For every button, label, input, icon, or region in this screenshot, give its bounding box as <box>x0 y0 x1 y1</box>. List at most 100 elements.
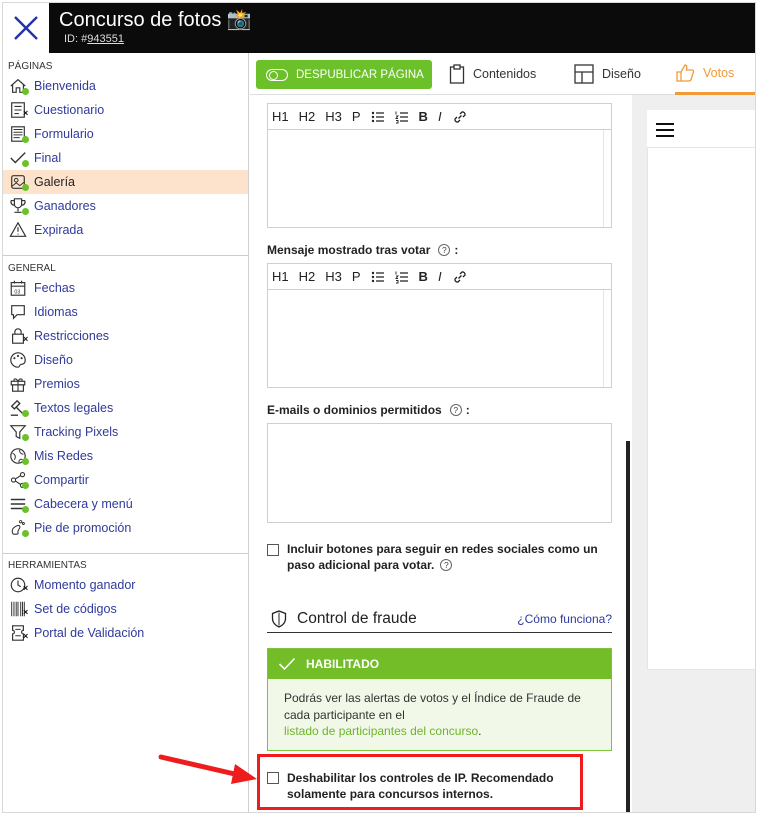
tab-contenidos[interactable]: Contenidos <box>449 53 536 95</box>
gallery-icon <box>9 172 31 192</box>
gift-icon <box>9 374 31 394</box>
bullet-list-icon[interactable] <box>371 110 385 124</box>
sidebar-item-fechas[interactable]: 03 Fechas <box>3 276 248 300</box>
warning-icon <box>9 220 31 240</box>
sidebar-item-formulario[interactable]: Formulario <box>3 122 248 146</box>
rte-bold-button[interactable]: B <box>419 269 428 284</box>
rte-scrollbar[interactable] <box>603 130 611 227</box>
enabled-text-line2: cada participante en el <box>284 707 405 722</box>
tab-label: Votos <box>703 65 735 80</box>
numbered-list-icon[interactable] <box>394 110 409 124</box>
rich-text-editor[interactable]: H1 H2 H3 P B I <box>267 103 612 228</box>
trophy-icon <box>9 196 31 216</box>
checkmark-icon <box>278 657 296 671</box>
sidebar-item-galería[interactable]: Galería <box>3 170 248 194</box>
sidebar-item-label: Tracking Pixels <box>34 425 119 439</box>
sidebar-item-diseño[interactable]: Diseño <box>3 348 248 372</box>
sidebar-item-pie-de-promoción[interactable]: Pie de promoción <box>3 516 248 540</box>
close-button[interactable] <box>3 3 49 53</box>
rte-h1-button[interactable]: H1 <box>272 109 289 124</box>
sidebar-item-ganadores[interactable]: Ganadores <box>3 194 248 218</box>
sidebar-item-cuestionario[interactable]: × Cuestionario <box>3 98 248 122</box>
sidebar-item-bienvenida[interactable]: Bienvenida <box>3 74 248 98</box>
unpublish-button[interactable]: DESPUBLICAR PÁGINA <box>256 60 432 89</box>
sidebar-item-idiomas[interactable]: Idiomas <box>3 300 248 324</box>
divider <box>3 553 248 554</box>
rte-h3-button[interactable]: H3 <box>325 109 342 124</box>
sidebar-section-herramientas: HERRAMIENTAS × Momento ganador × Set de cód… <box>3 559 248 645</box>
lock-icon: × <box>9 326 31 346</box>
section-title: HERRAMIENTAS <box>8 560 87 571</box>
sidebar-list: 03 Fechas Idiomas × Restricciones Diseño Premi… <box>3 276 248 540</box>
sidebar-item-portal-de-validación[interactable]: × Portal de Validación <box>3 621 248 645</box>
rte-h1-button[interactable]: H1 <box>272 269 289 284</box>
msg-after-vote-editor[interactable]: H1 H2 H3 P B I <box>267 263 612 388</box>
menu-icon <box>9 494 31 514</box>
fraud-control-header: Control de fraude ¿Cómo funciona? <box>267 605 612 633</box>
calendar-icon: 03 <box>9 278 31 298</box>
sidebar-item-cabecera-y-menú[interactable]: Cabecera y menú <box>3 492 248 516</box>
rte-italic-button[interactable]: I <box>438 109 442 124</box>
rte-p-button[interactable]: P <box>352 109 361 124</box>
help-icon[interactable]: ? <box>440 559 453 571</box>
sidebar-item-restricciones[interactable]: × Restricciones <box>3 324 248 348</box>
hamburger-menu-icon[interactable] <box>655 122 675 138</box>
sidebar-item-label: Pie de promoción <box>34 521 132 535</box>
sidebar-item-final[interactable]: Final <box>3 146 248 170</box>
sidebar-item-label: Momento ganador <box>34 578 136 592</box>
sidebar-item-textos-legales[interactable]: Textos legales <box>3 396 248 420</box>
sidebar-item-set-de-códigos[interactable]: × Set de códigos <box>3 597 248 621</box>
numbered-list-icon[interactable] <box>394 270 409 284</box>
editor-scrollbar-thumb[interactable] <box>626 441 630 812</box>
follow-social-label: Incluir botones para seguir en redes soc… <box>287 541 598 573</box>
status-ok-dot <box>22 530 29 537</box>
follow-social-checkbox[interactable] <box>267 544 279 556</box>
sidebar-item-mis-redes[interactable]: Mis Redes <box>3 444 248 468</box>
status-ok-dot <box>22 506 29 513</box>
help-icon[interactable]: ? <box>438 244 451 256</box>
sidebar-item-expirada[interactable]: Expirada <box>3 218 248 242</box>
rte-h2-button[interactable]: H2 <box>299 269 316 284</box>
rte-scrollbar[interactable] <box>603 290 611 387</box>
allowed-emails-textarea[interactable] <box>267 423 612 523</box>
sidebar-item-premios[interactable]: Premios <box>3 372 248 396</box>
status-ok-dot <box>22 482 29 489</box>
label-text: Mensaje mostrado tras votar <box>267 243 431 257</box>
follow-social-line1: Incluir botones para seguir en redes soc… <box>287 542 598 556</box>
status-ok-dot <box>22 184 29 191</box>
contest-id-link[interactable]: 943551 <box>87 33 124 45</box>
sidebar-item-tracking-pixels[interactable]: Tracking Pixels <box>3 420 248 444</box>
section-title: PÁGINAS <box>8 61 53 72</box>
participants-list-link[interactable]: listado de participantes del concurso <box>284 724 478 738</box>
list-icon: × <box>9 100 31 120</box>
rte-h3-button[interactable]: H3 <box>325 269 342 284</box>
check-icon <box>9 148 31 168</box>
sidebar-item-label: Compartir <box>34 473 89 487</box>
bullet-list-icon[interactable] <box>371 270 385 284</box>
link-icon[interactable] <box>452 269 468 285</box>
sidebar-item-compartir[interactable]: Compartir <box>3 468 248 492</box>
help-icon[interactable]: ? <box>449 404 462 416</box>
msg-after-vote-label: Mensaje mostrado tras votar ? : <box>267 243 458 257</box>
enabled-text-end: . <box>478 724 482 738</box>
link-icon[interactable] <box>452 109 468 125</box>
globe-icon <box>9 446 31 466</box>
clipboard-icon <box>449 64 465 84</box>
sidebar-item-label: Set de códigos <box>34 602 117 616</box>
rte-p-button[interactable]: P <box>352 269 361 284</box>
close-icon <box>14 16 38 40</box>
allowed-emails-label: E-mails o dominios permitidos ? : <box>267 403 470 417</box>
sidebar-item-momento-ganador[interactable]: × Momento ganador <box>3 573 248 597</box>
section-title: GENERAL <box>8 263 56 274</box>
preview-page <box>647 110 755 670</box>
rte-h2-button[interactable]: H2 <box>299 109 316 124</box>
rte-bold-button[interactable]: B <box>419 109 428 124</box>
tab-diseno[interactable]: Diseño <box>574 53 641 95</box>
sidebar-item-label: Portal de Validación <box>34 626 145 640</box>
barcode-icon: × <box>9 599 31 619</box>
tab-votos[interactable]: Votos <box>675 53 755 95</box>
footprint-icon <box>9 518 31 538</box>
enabled-text-line1: Podrás ver las alertas de votos y el Índ… <box>284 691 581 705</box>
rte-italic-button[interactable]: I <box>438 269 442 284</box>
how-it-works-link[interactable]: ¿Cómo funciona? <box>517 612 612 626</box>
